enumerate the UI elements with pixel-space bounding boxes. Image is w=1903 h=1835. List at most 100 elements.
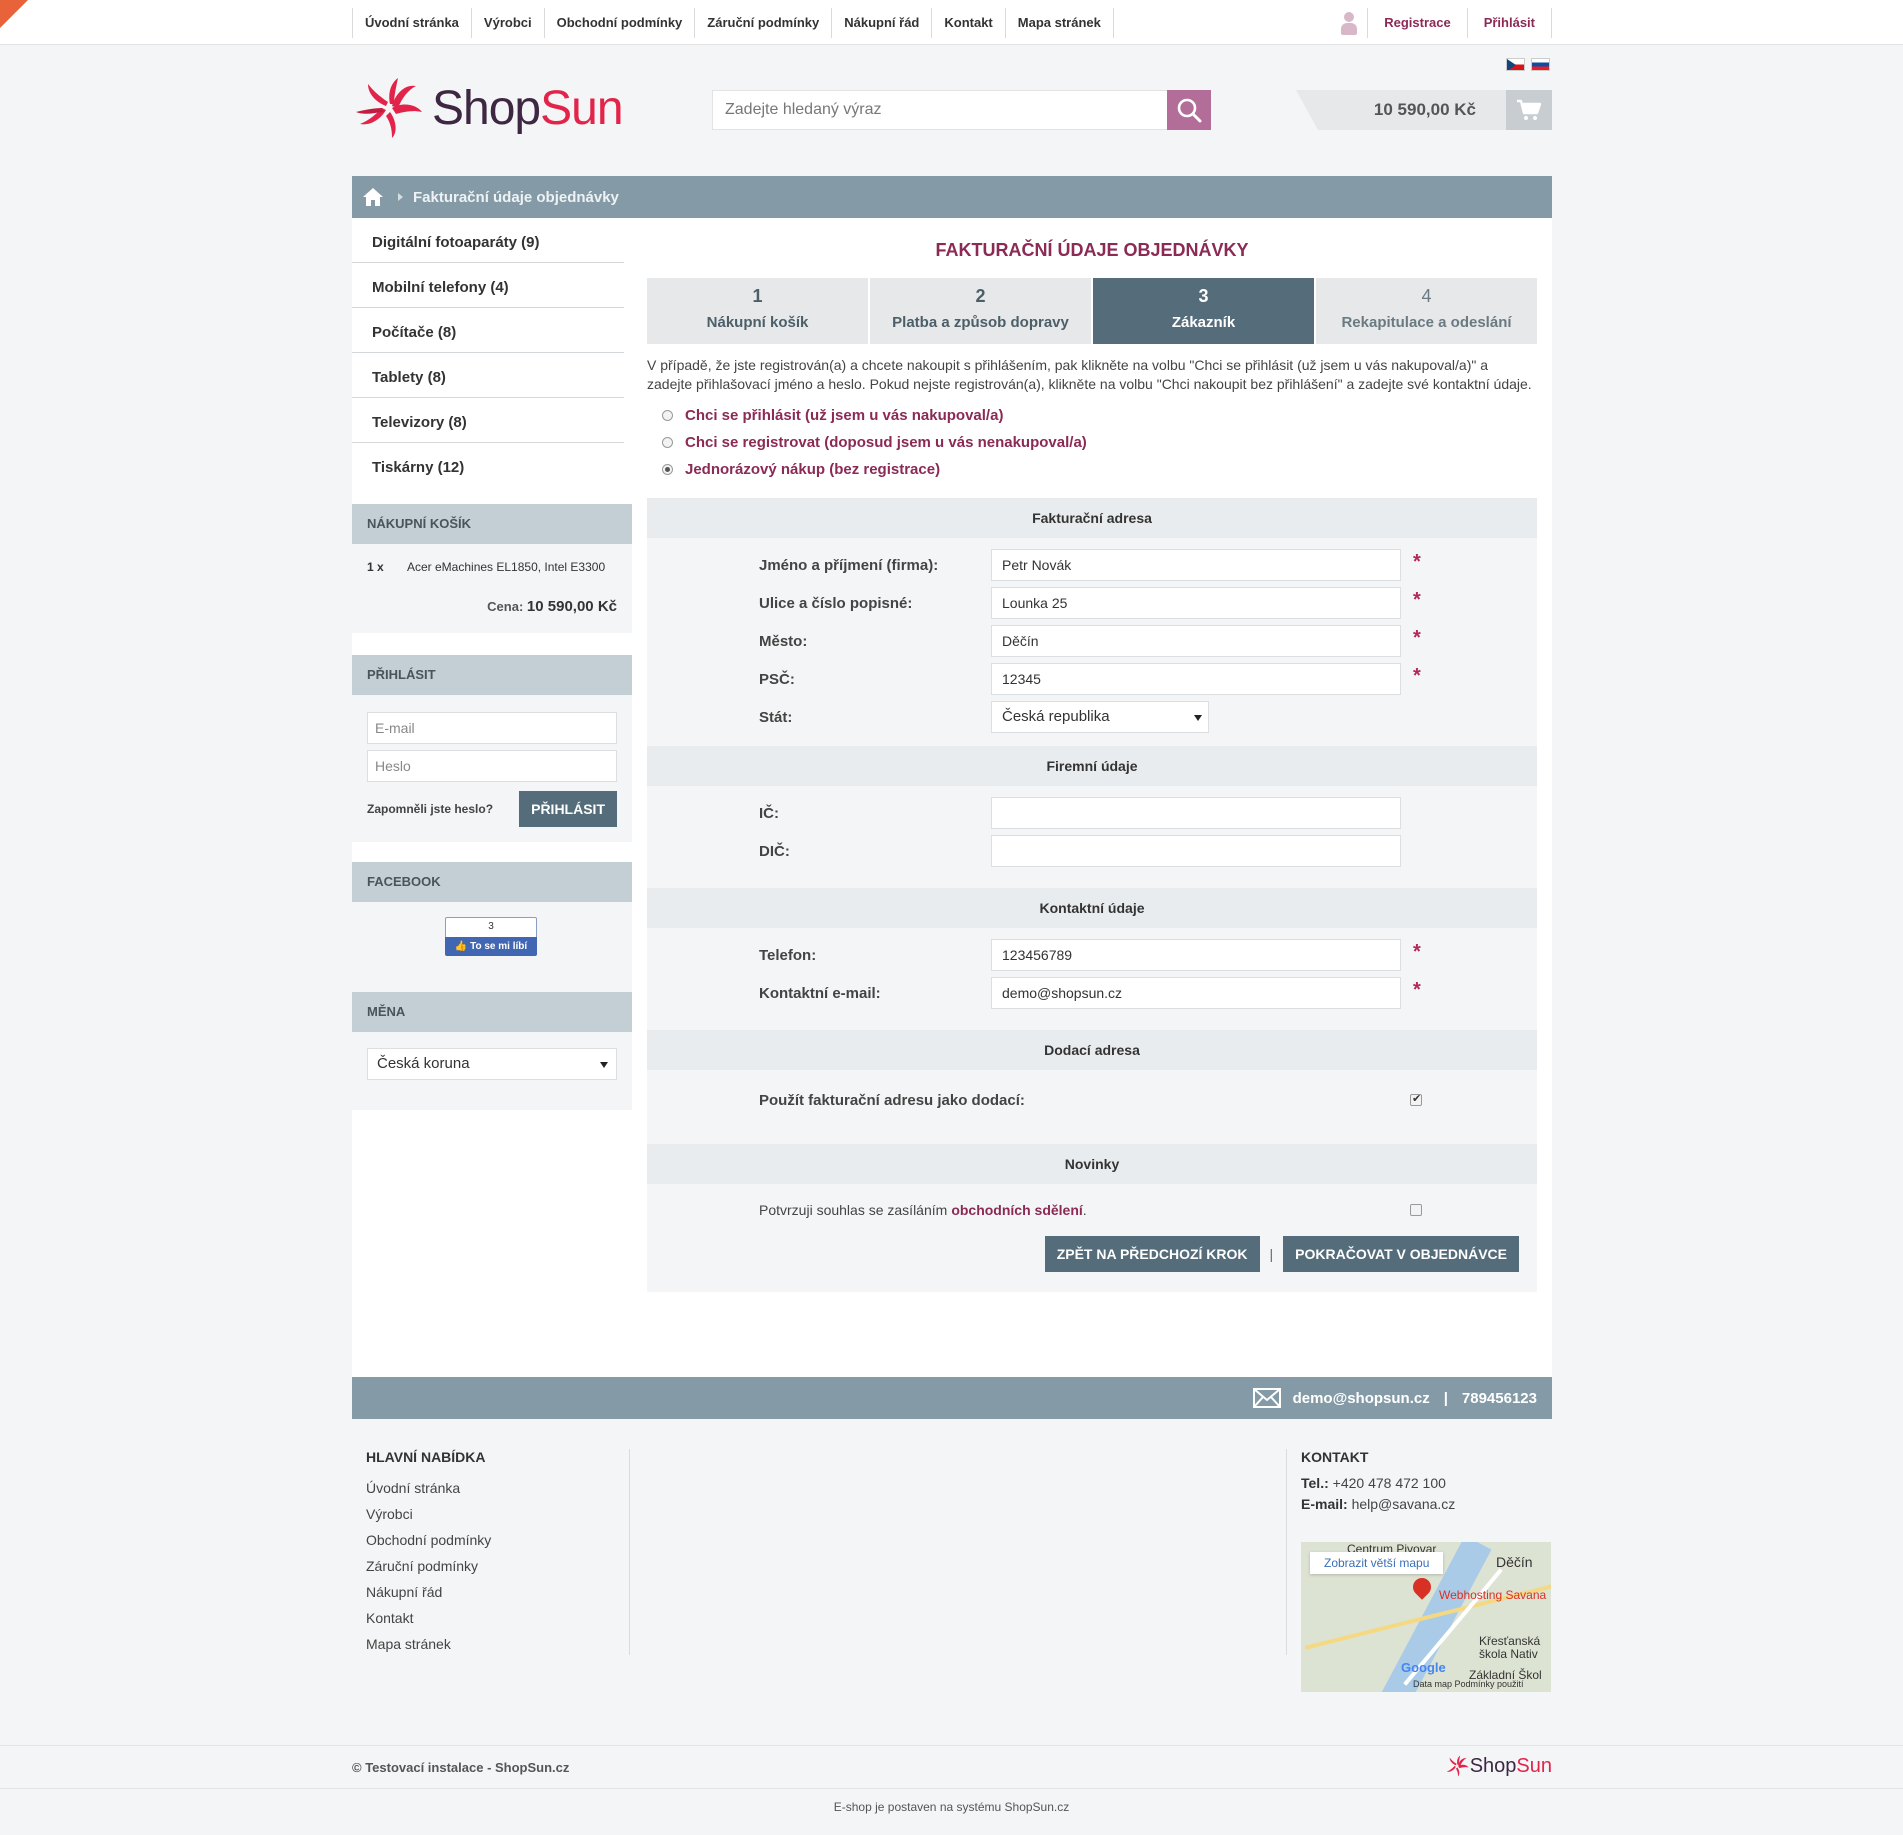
email-label: Kontaktní e-mail: (759, 984, 881, 1002)
step-payment-shipping[interactable]: 2 Platba a způsob dopravy (870, 278, 1091, 344)
step-customer[interactable]: 3 Zákazník (1093, 278, 1314, 344)
topnav-manufacturers[interactable]: Výrobci (470, 8, 544, 38)
topnav-shopping-rules[interactable]: Nákupní řád (831, 8, 931, 38)
chevron-down-icon (600, 1062, 608, 1068)
login-email-input[interactable] (367, 712, 617, 744)
city-field[interactable]: Děčín (991, 625, 1401, 657)
news-section: Potvrzuji souhlas se zasíláním obchodníc… (647, 1184, 1537, 1292)
logo-text: ShopSun (432, 81, 624, 136)
phone-field[interactable]: 123456789 (991, 939, 1401, 971)
footer-contact: Kontakt Tel.: +420 478 472 100 E-mail: h… (1286, 1449, 1551, 1692)
topnav-terms[interactable]: Obchodní podmínky (543, 8, 695, 38)
google-map[interactable]: Centrum Pivovar Děčín Zobrazit větší map… (1301, 1542, 1551, 1692)
bottom-logo[interactable]: Shop Sun (1444, 1754, 1552, 1778)
contact-bar-phone: 789456123 (1461, 1389, 1537, 1407)
cart-item-name[interactable]: Acer eMachines EL1850, Intel E3300 (407, 560, 605, 574)
sidebar-login-button[interactable]: Přihlásit (519, 791, 617, 827)
login-password-input[interactable] (367, 750, 617, 782)
topnav-contact[interactable]: Kontakt (931, 8, 1004, 38)
register-link[interactable]: Registrace (1367, 8, 1466, 38)
facebook-like-label: To se mi líbí (470, 941, 528, 952)
news-consent-text: Potvrzuji souhlas se zasíláním (759, 1202, 948, 1218)
option-guest[interactable]: Jednorázový nákup (bez registrace) (662, 456, 1537, 483)
contact-bar-email[interactable]: demo@shopsun.cz (1293, 1390, 1430, 1407)
home-icon[interactable] (362, 187, 384, 207)
footer-link-terms[interactable]: Obchodní podmínky (366, 1527, 629, 1553)
footer-link-warranty[interactable]: Záruční podmínky (366, 1553, 629, 1579)
map-label: škola Nativ (1479, 1647, 1538, 1661)
topnav-warranty[interactable]: Záruční podmínky (694, 8, 831, 38)
logo-shop-text: Shop (432, 81, 541, 135)
footer-email-value[interactable]: help@savana.cz (1352, 1496, 1456, 1512)
zip-field[interactable]: 12345 (991, 663, 1401, 695)
checkout-form: Fakturační adresa Jméno a příjmení (firm… (647, 498, 1537, 1292)
option-login-label[interactable]: Chci se přihlásit (už jsem u vás nakupov… (685, 407, 1003, 424)
contact-section: Telefon: 123456789 * Kontaktní e-mail: d… (647, 928, 1537, 1030)
option-login-radio[interactable] (662, 410, 673, 421)
footer-link-manufacturers[interactable]: Výrobci (366, 1501, 629, 1527)
category-mobile-phones[interactable]: Mobilní telefony (4) (352, 263, 624, 308)
step-number: 2 (975, 286, 986, 306)
cart-button[interactable] (1506, 90, 1552, 130)
news-consent-checkbox[interactable] (1410, 1204, 1422, 1216)
footer-main-title: Hlavní nabídka (366, 1449, 486, 1465)
same-address-checkbox[interactable] (1410, 1092, 1422, 1106)
currency-select[interactable]: Česká koruna (367, 1048, 617, 1080)
category-televisions[interactable]: Televizory (8) (352, 398, 624, 443)
chevron-down-icon (1194, 715, 1202, 721)
footer-link-home[interactable]: Úvodní stránka (366, 1475, 629, 1501)
step-label: Zákazník (1171, 314, 1236, 331)
footer-phone: Tel.: +420 478 472 100 (1301, 1475, 1538, 1496)
search-input[interactable] (712, 90, 1167, 130)
option-guest-label[interactable]: Jednorázový nákup (bez registrace) (685, 461, 940, 478)
back-button[interactable]: Zpět na předchozí krok (1044, 1236, 1260, 1272)
header-cart[interactable]: 10 590,00 Kč (1296, 90, 1552, 130)
option-register[interactable]: Chci se registrovat (doposud jsem u vás … (662, 429, 1537, 456)
shop-logo[interactable]: ShopSun (352, 76, 624, 140)
cart-total[interactable]: 10 590,00 Kč (1296, 90, 1508, 130)
topnav-sitemap[interactable]: Mapa stránek (1004, 8, 1114, 38)
category-tablets[interactable]: Tablety (8) (352, 353, 624, 398)
option-guest-radio[interactable] (662, 464, 673, 475)
commercial-messages-link[interactable]: obchodních sdělení (951, 1202, 1082, 1218)
option-register-label[interactable]: Chci se registrovat (doposud jsem u vás … (685, 434, 1087, 451)
slovak-flag-icon[interactable] (1531, 58, 1550, 71)
map-terms[interactable]: Data map Podmínky použití (1413, 1679, 1524, 1689)
delivery-section-title: Dodací adresa (647, 1030, 1537, 1070)
continue-button[interactable]: Pokračovat v objednávce (1283, 1236, 1519, 1272)
option-register-radio[interactable] (662, 437, 673, 448)
category-digital-cameras[interactable]: Digitální fotoaparáty (9) (352, 218, 624, 263)
topnav-home[interactable]: Úvodní stránka (352, 8, 471, 38)
footer-link-shopping-rules[interactable]: Nákupní řád (366, 1579, 629, 1605)
cart-item-qty: 1 x (367, 560, 384, 574)
forgot-password-link[interactable]: Zapomněli jste heslo? (367, 802, 493, 816)
country-select[interactable]: Česká republika (991, 701, 1209, 733)
category-computers[interactable]: Počítače (8) (352, 308, 624, 353)
required-mark: * (1413, 664, 1421, 687)
facebook-like-button[interactable]: 👍 To se mi líbí (445, 937, 537, 956)
billing-section: Jméno a příjmení (firma): Petr Novák * U… (647, 538, 1537, 746)
step-number: 3 (1198, 286, 1209, 306)
ic-field[interactable] (991, 797, 1401, 829)
step-summary: 4 Rekapitulace a odeslání (1316, 278, 1537, 344)
footer: Hlavní nabídka Úvodní stránka Výrobci Ob… (352, 1419, 1552, 1745)
bottom-strip: © Testovací instalace - ShopSun.cz Shop S… (0, 1745, 1903, 1789)
email-field[interactable]: demo@shopsun.cz (991, 977, 1401, 1009)
name-field[interactable]: Petr Novák (991, 549, 1401, 581)
larger-map-button[interactable]: Zobrazit větší mapu (1310, 1552, 1444, 1574)
sun-flower-icon (1446, 1755, 1469, 1777)
search-button[interactable] (1167, 90, 1211, 130)
dic-field[interactable] (991, 835, 1401, 867)
facebook-like-widget[interactable]: 3 👍 To se mi líbí (445, 917, 537, 957)
option-login[interactable]: Chci se přihlásit (už jsem u vás nakupov… (662, 402, 1537, 429)
street-field[interactable]: Lounka 25 (991, 587, 1401, 619)
bottom-logo-shop: Shop (1469, 1754, 1517, 1777)
category-printers[interactable]: Tiskárny (12) (352, 443, 624, 488)
street-label: Ulice a číslo popisné: (759, 594, 913, 612)
step-cart[interactable]: 1 Nákupní košík (647, 278, 868, 344)
footer-link-sitemap[interactable]: Mapa stránek (366, 1631, 629, 1657)
news-consent-end: . (1082, 1202, 1087, 1218)
footer-link-contact[interactable]: Kontakt (366, 1605, 629, 1631)
czech-flag-icon[interactable] (1506, 58, 1525, 71)
login-link[interactable]: Přihlásit (1466, 8, 1552, 38)
